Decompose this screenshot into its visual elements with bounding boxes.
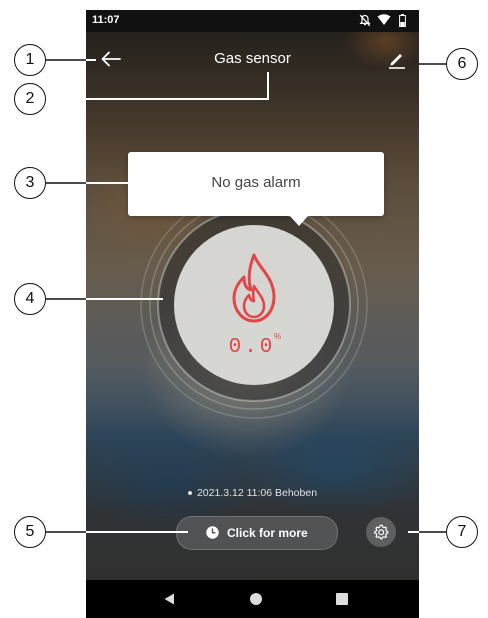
callout-leader-lines	[46, 59, 446, 533]
callout-4: 4	[14, 283, 46, 315]
callout-5: 5	[14, 516, 46, 548]
callout-1: 1	[14, 44, 46, 76]
callout-6: 6	[446, 48, 478, 80]
callout-7: 7	[446, 516, 478, 548]
annotated-screenshot: 11:07 Gas sensor 0.0 % No gas alarm 2021…	[0, 0, 488, 618]
callout-2: 2	[14, 83, 46, 115]
callout-3: 3	[14, 167, 46, 199]
